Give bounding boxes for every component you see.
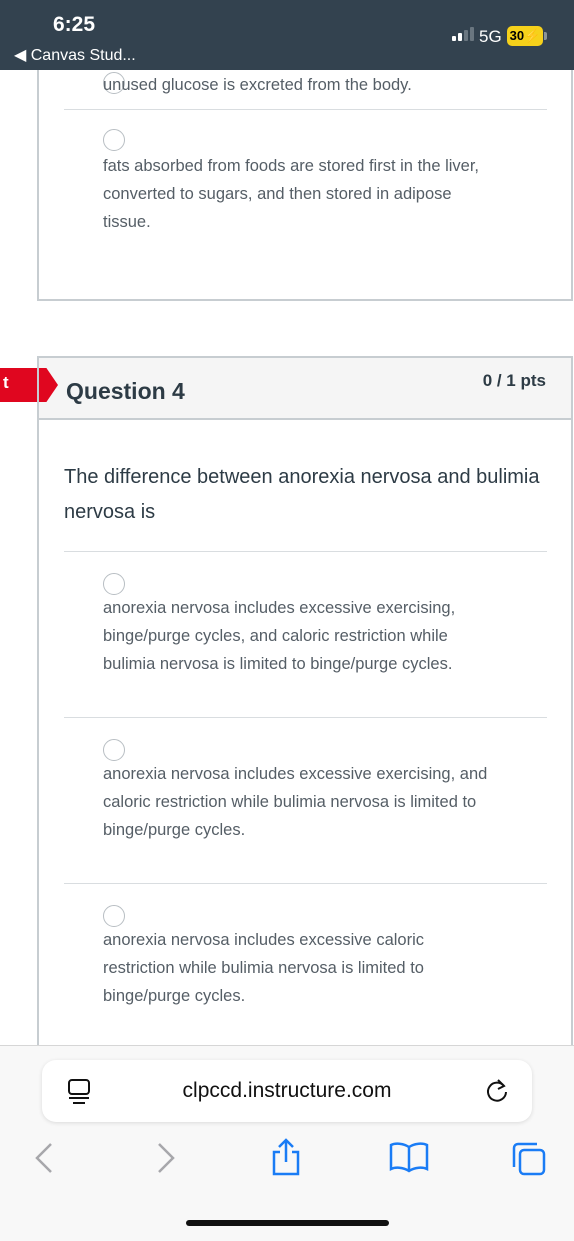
question-title: Question 4 [66, 378, 185, 404]
answer-radio[interactable] [103, 129, 125, 151]
answer-text: anorexia nervosa includes excessive calo… [103, 931, 424, 1005]
question-header-border-right [571, 356, 573, 420]
back-to-app-link[interactable]: ◀ Canvas Stud... [14, 45, 136, 65]
question-border-right [571, 420, 573, 1045]
battery-nub [544, 32, 547, 40]
reload-icon[interactable] [484, 1078, 510, 1108]
question-header: Question 4 0 / 1 pts [39, 356, 571, 420]
battery-level: 30 [509, 28, 525, 43]
prev-question-border-right [571, 70, 573, 300]
status-time: 6:25 [53, 13, 96, 36]
answer-text: anorexia nervosa includes excessive exer… [103, 765, 488, 839]
answer-divider [64, 883, 547, 884]
forward-icon[interactable] [156, 1141, 176, 1179]
answer-radio[interactable] [103, 905, 125, 927]
home-indicator [186, 1220, 389, 1226]
url-text[interactable]: clpccd.instructure.com [42, 1079, 532, 1103]
answer-text: unused glucose is excreted from the body… [103, 76, 412, 94]
answer-text: anorexia nervosa includes excessive exer… [103, 599, 456, 673]
bookmarks-icon[interactable] [389, 1141, 429, 1177]
browser-toolbar: clpccd.instructure.com [0, 1045, 574, 1241]
question-points: 0 / 1 pts [482, 371, 546, 390]
incorrect-flag-label: t [3, 373, 9, 392]
tabs-icon[interactable] [511, 1141, 547, 1181]
question-text: The difference between anorexia nervosa … [64, 466, 540, 523]
answer-divider [64, 551, 547, 552]
answer-radio[interactable] [103, 739, 125, 761]
battery-icon: 30⚡ [507, 26, 543, 46]
prev-question-bottom-border [37, 299, 573, 301]
quiz-content: unused glucose is excreted from the body… [0, 70, 574, 1045]
question-border-left [37, 420, 39, 1045]
question-header-border-left [37, 356, 39, 420]
answer-radio[interactable] [103, 573, 125, 595]
answer-divider [64, 109, 547, 110]
answer-text: fats absorbed from foods are stored firs… [103, 157, 480, 231]
network-type: 5G [479, 27, 502, 46]
prev-question-border-left [37, 70, 39, 300]
share-icon[interactable] [270, 1138, 302, 1180]
address-bar[interactable]: clpccd.instructure.com [42, 1060, 532, 1122]
signal-icon [452, 27, 474, 41]
incorrect-flag: t [0, 368, 58, 402]
back-icon[interactable] [34, 1141, 54, 1179]
status-bar: 6:25 ◀ Canvas Stud... 5G 30⚡ [0, 0, 574, 70]
answer-divider [64, 717, 547, 718]
